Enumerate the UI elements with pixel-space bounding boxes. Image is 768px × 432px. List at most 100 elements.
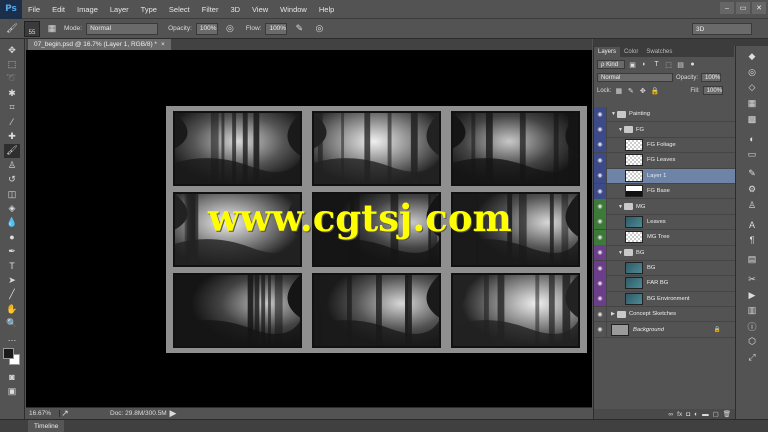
close-button[interactable]: ✕: [752, 2, 766, 14]
mask-icon[interactable]: ◘: [686, 411, 690, 418]
swatches-panel-icon[interactable]: ▦: [745, 96, 759, 112]
fill-field[interactable]: 100%: [702, 86, 723, 95]
pen-tool-icon[interactable]: ✒: [4, 244, 20, 258]
measurement-panel-icon[interactable]: ⤢: [745, 350, 759, 366]
layer-group-row[interactable]: ◉ ▶ Concept Sketches: [594, 306, 735, 323]
tool-presets-panel-icon[interactable]: ✂: [745, 272, 759, 288]
filter-pixel-icon[interactable]: ▣: [628, 60, 637, 69]
pressure-opacity-icon[interactable]: ◎: [222, 22, 238, 36]
healing-brush-tool-icon[interactable]: ✚: [4, 129, 20, 143]
filter-type-icon[interactable]: T: [652, 60, 661, 69]
type-tool-icon[interactable]: T: [4, 259, 20, 273]
layer-row[interactable]: ◉ MG Tree: [594, 229, 735, 246]
actions-panel-icon[interactable]: ▶: [745, 287, 759, 303]
clone-stamp-tool-icon[interactable]: ♙: [4, 158, 20, 172]
visibility-eye-icon[interactable]: ◉: [594, 152, 607, 168]
filter-toggle-icon[interactable]: ●: [688, 60, 697, 69]
visibility-eye-icon[interactable]: ◉: [594, 122, 607, 138]
quick-mask-icon[interactable]: ◙: [4, 370, 20, 384]
visibility-eye-icon[interactable]: ◉: [594, 137, 607, 153]
layer-opacity-field[interactable]: 100%: [701, 73, 722, 82]
visibility-eye-icon[interactable]: ◉: [594, 183, 607, 199]
styles-panel-icon[interactable]: ▩: [745, 111, 759, 127]
screen-mode-icon[interactable]: ▣: [4, 385, 20, 399]
crop-tool-icon[interactable]: ⌗: [4, 101, 20, 115]
menu-select[interactable]: Select: [163, 5, 196, 14]
history-panel-icon[interactable]: ▥: [745, 303, 759, 319]
menu-window[interactable]: Window: [274, 5, 313, 14]
layer-group-row[interactable]: ◉ ▼ FG: [594, 122, 735, 138]
properties-panel-icon[interactable]: ⚙: [745, 182, 759, 198]
blur-tool-icon[interactable]: 💧: [4, 216, 20, 230]
menu-3d[interactable]: 3D: [224, 5, 246, 14]
layer-group-row[interactable]: ◉ ▼ MG: [594, 199, 735, 215]
layer-thumbnail[interactable]: [625, 262, 643, 275]
channels-panel-icon[interactable]: ◎: [745, 65, 759, 81]
quick-select-tool-icon[interactable]: ✱: [4, 86, 20, 100]
airbrush-icon[interactable]: ✎: [291, 22, 307, 36]
menu-filter[interactable]: Filter: [196, 5, 225, 14]
brush-tool-icon[interactable]: 🖌: [4, 143, 20, 159]
visibility-eye-icon[interactable]: ◉: [594, 168, 607, 184]
clone-source-panel-icon[interactable]: ♙: [745, 197, 759, 213]
pressure-size-icon[interactable]: ◎: [311, 22, 327, 36]
mode-select[interactable]: Normal: [86, 22, 159, 35]
color-swatches[interactable]: [3, 348, 21, 366]
layer-thumbnail[interactable]: [625, 154, 643, 167]
tab-swatches[interactable]: Swatches: [642, 47, 676, 57]
layer-thumbnail[interactable]: [625, 215, 643, 228]
brush-tool-preset-icon[interactable]: 🖌: [4, 22, 20, 36]
blend-mode-select[interactable]: Normal: [597, 73, 673, 82]
brush-panel-icon[interactable]: ✎: [745, 166, 759, 182]
menu-image[interactable]: Image: [71, 5, 104, 14]
filter-adjustment-icon[interactable]: ◐: [640, 60, 649, 69]
menu-type[interactable]: Type: [135, 5, 163, 14]
paths-panel-icon[interactable]: ◇: [745, 80, 759, 96]
move-tool-icon[interactable]: ✥: [4, 43, 20, 57]
layer-thumbnail[interactable]: [625, 292, 643, 305]
flow-field[interactable]: 100%: [265, 22, 288, 35]
layer-thumbnail[interactable]: [625, 138, 643, 151]
filter-shape-icon[interactable]: ⬚: [664, 60, 673, 69]
document-close-icon[interactable]: ×: [161, 41, 165, 48]
more-tools-icon[interactable]: …: [4, 331, 20, 345]
info-panel-icon[interactable]: ⓘ: [745, 319, 759, 335]
layer-row[interactable]: ◉ FG Leaves: [594, 152, 735, 169]
folder-icon[interactable]: ▬: [702, 411, 709, 418]
navigator-panel-icon[interactable]: ▭: [745, 147, 759, 163]
menu-file[interactable]: File: [22, 5, 46, 14]
character-panel-icon[interactable]: A: [745, 217, 759, 233]
menu-view[interactable]: View: [246, 5, 274, 14]
menu-layer[interactable]: Layer: [104, 5, 135, 14]
layer-row[interactable]: ◉ BG: [594, 260, 735, 277]
layers-panel-icon[interactable]: ◆: [745, 49, 759, 65]
layer-row[interactable]: ◉ BG Environment: [594, 291, 735, 308]
layer-thumbnail[interactable]: [625, 231, 643, 244]
new-layer-icon[interactable]: ▢: [713, 410, 719, 418]
layer-thumbnail[interactable]: [625, 185, 643, 198]
layer-row[interactable]: ◉ Background 🔒: [594, 322, 735, 338]
3d-panel-icon[interactable]: ⬡: [745, 334, 759, 350]
tab-color[interactable]: Color: [620, 47, 642, 57]
adjustments-panel-icon[interactable]: ◐: [745, 131, 759, 147]
dodge-tool-icon[interactable]: ●: [4, 230, 20, 244]
history-brush-tool-icon[interactable]: ↺: [4, 173, 20, 187]
document-tab[interactable]: 07_begin.psd @ 16.7% (Layer 1, RGB/8) * …: [28, 39, 171, 50]
opacity-field[interactable]: 100%: [195, 22, 218, 35]
lock-position-icon[interactable]: ✥: [638, 86, 647, 95]
marquee-tool-icon[interactable]: ⬚: [4, 57, 20, 71]
layer-thumbnail[interactable]: [625, 277, 643, 290]
layer-group-row[interactable]: ◉ ▼ Painting: [594, 106, 735, 123]
layer-row[interactable]: ◉ FG Base: [594, 183, 735, 200]
layer-kind-filter[interactable]: ρ Kind: [597, 60, 625, 69]
lock-transparency-icon[interactable]: ▦: [614, 86, 623, 95]
visibility-eye-icon[interactable]: ◉: [594, 322, 607, 338]
layer-thumbnail[interactable]: [611, 323, 629, 336]
hand-tool-icon[interactable]: ✋: [4, 302, 20, 316]
layer-row[interactable]: ◉ FG Foliage: [594, 137, 735, 154]
trash-icon[interactable]: 🗑: [723, 410, 731, 418]
eyedropper-tool-icon[interactable]: ⁄: [4, 115, 20, 129]
eraser-tool-icon[interactable]: ◫: [4, 187, 20, 201]
fx-icon[interactable]: fx: [677, 411, 682, 418]
foreground-color-swatch[interactable]: [3, 348, 14, 360]
